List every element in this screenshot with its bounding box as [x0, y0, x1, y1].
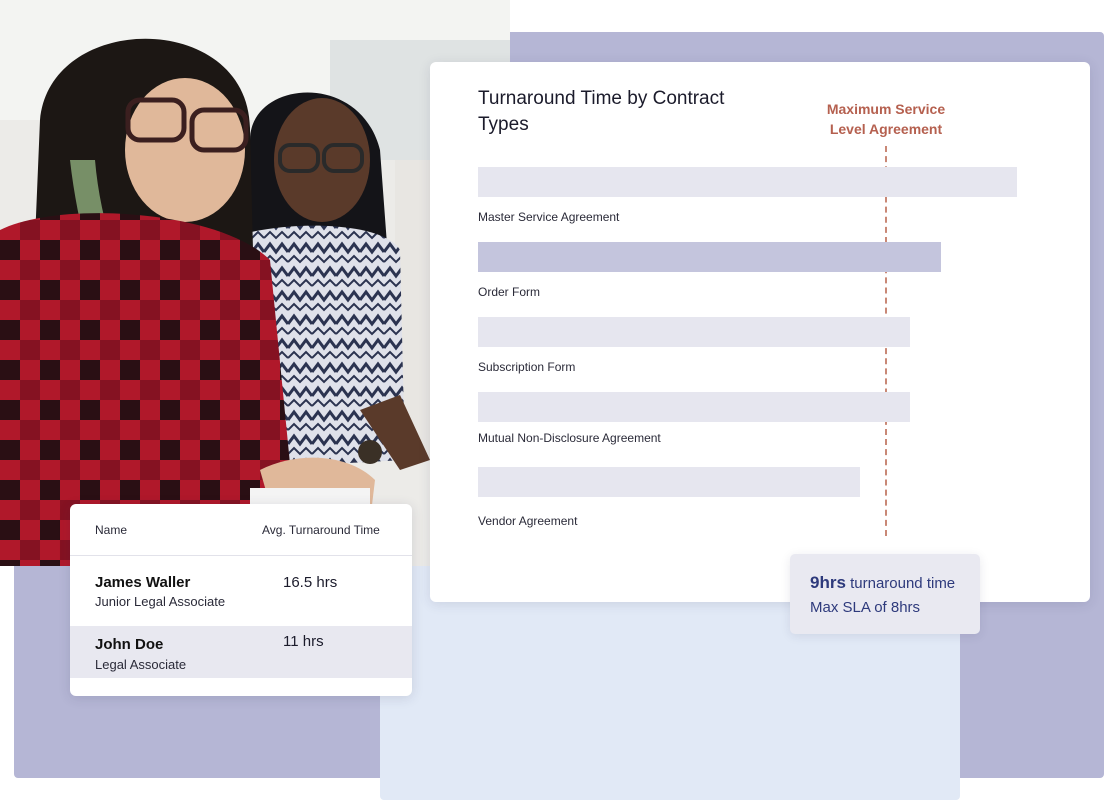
- bar-label: Vendor Agreement: [478, 514, 578, 528]
- row-name: John Doe: [95, 636, 164, 653]
- sla-label: Maximum Service Level Agreement: [826, 101, 946, 137]
- tooltip-line1: 9hrs turnaround time: [810, 573, 955, 593]
- table-row[interactable]: John Doe Legal Associate 11 hrs: [70, 626, 412, 678]
- bar-label: Subscription Form: [478, 360, 576, 374]
- bar-label: Mutual Non-Disclosure Agreement: [478, 431, 661, 445]
- row-time: 16.5 hrs: [283, 574, 338, 591]
- row-name: James Waller: [95, 574, 191, 591]
- bar-label: Order Form: [478, 285, 541, 299]
- turnaround-tooltip: 9hrs turnaround time Max SLA of 8hrs: [790, 554, 980, 634]
- chart-bar[interactable]: [478, 317, 910, 347]
- row-role: Legal Associate: [95, 657, 187, 672]
- tooltip-sla: Max SLA of 8hrs: [810, 599, 921, 616]
- turnaround-chart-card: Turnaround Time by Contract Types Maximu…: [430, 62, 1090, 602]
- table-row[interactable]: James Waller Junior Legal Associate 16.5…: [70, 556, 412, 626]
- turnaround-table: Name Avg. Turnaround Time James Waller J…: [70, 504, 412, 696]
- row-role: Junior Legal Associate: [95, 594, 226, 609]
- tooltip-hours: 9hrs: [810, 573, 846, 592]
- header-name: Name: [95, 523, 128, 537]
- row-time: 11 hrs: [283, 633, 324, 650]
- bar-label: Master Service Agreement: [478, 210, 620, 224]
- tooltip-text: turnaround time: [850, 575, 956, 592]
- chart-bar[interactable]: [478, 467, 860, 497]
- chart-bar[interactable]: [478, 392, 910, 422]
- chart-bar[interactable]: [478, 242, 941, 272]
- chart-title: Turnaround Time by Contract Types: [478, 88, 725, 135]
- chart-bar[interactable]: [478, 167, 1017, 197]
- header-time: Avg. Turnaround Time: [262, 523, 380, 537]
